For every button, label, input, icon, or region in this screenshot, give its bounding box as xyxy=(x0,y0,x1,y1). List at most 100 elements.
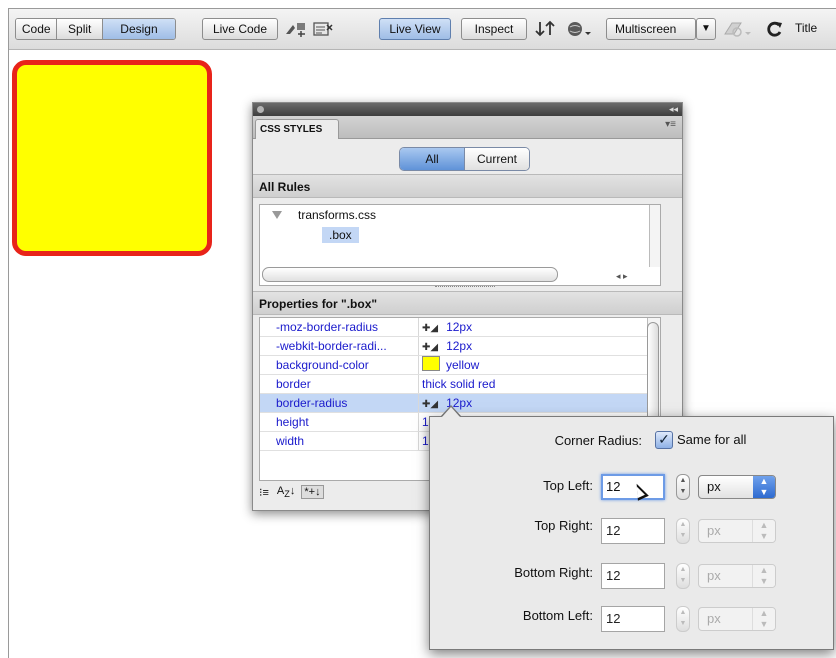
unit-label: px xyxy=(707,611,721,626)
property-value: 1 xyxy=(422,415,429,429)
file-compare-icon[interactable] xyxy=(283,20,309,38)
visual-aids-icon[interactable] xyxy=(312,20,336,38)
bottom-left-unit-select[interactable]: px ▲ ▼ xyxy=(698,607,776,631)
property-value: thick solid red xyxy=(422,377,496,391)
column-divider xyxy=(418,356,419,374)
multiscreen-label: Multiscreen xyxy=(615,22,677,36)
panel-titlebar[interactable]: ◂◂ xyxy=(253,103,682,116)
alphabetical-view-icon[interactable]: AZ↓ xyxy=(275,485,297,499)
property-row[interactable]: -moz-border-radius ✚◢ 12px xyxy=(260,318,660,337)
property-value: 12px xyxy=(446,339,473,353)
stylesheet-item[interactable]: transforms.css xyxy=(298,208,376,222)
top-right-label: Top Right: xyxy=(534,518,593,533)
unit-label: px xyxy=(707,568,721,583)
unit-label: px xyxy=(707,479,721,494)
scroll-thumb[interactable] xyxy=(647,322,659,424)
property-name: background-color xyxy=(276,358,369,372)
split-view-button[interactable]: Split xyxy=(57,19,103,39)
multiscreen-dropdown[interactable]: Multiscreen xyxy=(606,18,696,40)
resize-grip[interactable] xyxy=(435,286,495,290)
panel-tabbar: CSS STYLES ▾≡ xyxy=(253,116,682,139)
property-row[interactable]: border thick solid red xyxy=(260,375,660,394)
property-name: height xyxy=(276,415,309,429)
file-transfer-icon[interactable] xyxy=(534,20,560,38)
shorthand-icon[interactable]: ✚◢ xyxy=(422,395,438,414)
category-view-icon[interactable]: ⁝≡ xyxy=(257,486,271,499)
bottom-right-input[interactable]: 12 xyxy=(601,563,665,589)
property-value: yellow xyxy=(446,358,480,372)
column-divider xyxy=(418,318,419,336)
live-view-button[interactable]: Live View xyxy=(379,18,451,40)
properties-header[interactable]: Properties for ".box" xyxy=(253,291,682,315)
horizontal-scrollbar[interactable] xyxy=(262,267,558,282)
top-left-label: Top Left: xyxy=(543,478,593,493)
panel-menu-icon[interactable]: ▾≡ xyxy=(665,119,676,130)
column-divider xyxy=(418,337,419,355)
bottom-right-label: Bottom Right: xyxy=(514,565,593,580)
bottom-left-label: Bottom Left: xyxy=(522,608,593,623)
shorthand-icon[interactable]: ✚◢ xyxy=(422,338,438,357)
rule-item-selected[interactable]: .box xyxy=(322,227,359,243)
document-title-label: Title xyxy=(795,21,818,35)
set-properties-view-icon[interactable]: *+↓ xyxy=(301,485,324,499)
property-name: border xyxy=(276,377,311,391)
column-divider xyxy=(418,394,419,412)
corner-radius-label: Corner Radius: xyxy=(554,433,642,448)
same-for-all-label: Same for all xyxy=(677,432,747,447)
column-divider xyxy=(418,432,419,450)
view-mode-switch: Code Split Design xyxy=(15,18,176,40)
select-arrows-icon: ▲ ▼ xyxy=(752,608,775,630)
top-left-unit-select[interactable]: px ▲ ▼ xyxy=(698,475,776,499)
design-view-button[interactable]: Design xyxy=(102,19,175,39)
column-divider xyxy=(418,413,419,431)
top-right-unit-select[interactable]: px ▲ ▼ xyxy=(698,519,776,543)
all-current-switch: All Current xyxy=(399,147,530,171)
tab-css-styles[interactable]: CSS STYLES xyxy=(255,119,339,139)
property-name: width xyxy=(276,434,305,448)
border-radius-popup: Corner Radius: ✓ Same for all Top Left: … xyxy=(429,416,834,650)
all-button[interactable]: All xyxy=(400,148,465,170)
column-divider xyxy=(418,375,419,393)
select-arrows-icon: ▲ ▼ xyxy=(752,520,775,542)
preview-box[interactable] xyxy=(12,60,212,256)
popup-pointer-inner xyxy=(442,407,460,417)
property-row[interactable]: -webkit-border-radi... ✚◢ 12px xyxy=(260,337,660,356)
top-right-stepper[interactable]: ▲ ▼ xyxy=(676,518,690,544)
live-code-button[interactable]: Live Code xyxy=(202,18,278,40)
scroll-arrows-icon[interactable]: ◂ ▸ xyxy=(616,271,628,282)
bottom-right-stepper[interactable]: ▲ ▼ xyxy=(676,563,690,589)
property-name: border-radius xyxy=(276,396,348,410)
preview-in-browser-icon[interactable] xyxy=(566,20,592,38)
document-toolbar: Code Split Design Live Code Live View In… xyxy=(9,9,836,50)
rules-tree: transforms.css .box ◂ ▸ xyxy=(259,204,661,286)
bottom-right-unit-select[interactable]: px ▲ ▼ xyxy=(698,564,776,588)
top-right-input[interactable]: 12 xyxy=(601,518,665,544)
multiscreen-arrow-button[interactable]: ▼ xyxy=(696,18,716,40)
all-rules-header[interactable]: All Rules xyxy=(253,174,682,198)
unit-label: px xyxy=(707,523,721,538)
bottom-left-input[interactable]: 12 xyxy=(601,606,665,632)
property-value: 12px xyxy=(446,320,473,334)
property-value: 1 xyxy=(422,434,429,448)
code-view-button[interactable]: Code xyxy=(16,19,58,39)
chevron-down-icon: ▼ xyxy=(701,23,711,34)
close-icon[interactable] xyxy=(257,106,264,113)
property-row[interactable]: background-color yellow xyxy=(260,356,660,375)
panel-bottom-toolbar: ⁝≡ AZ↓ *+↓ xyxy=(257,481,324,503)
color-swatch[interactable] xyxy=(422,356,440,371)
select-arrows-icon: ▲ ▼ xyxy=(752,565,775,587)
live-view-options-icon[interactable] xyxy=(723,20,753,38)
same-for-all-checkbox[interactable]: ✓ xyxy=(655,431,673,449)
top-left-stepper[interactable]: ▲ ▼ xyxy=(676,474,690,500)
current-button[interactable]: Current xyxy=(465,148,529,170)
select-arrows-icon: ▲ ▼ xyxy=(753,476,775,498)
shorthand-icon[interactable]: ✚◢ xyxy=(422,319,438,338)
bottom-left-stepper[interactable]: ▲ ▼ xyxy=(676,606,690,632)
refresh-icon[interactable] xyxy=(766,20,784,38)
property-name: -webkit-border-radi... xyxy=(276,339,387,353)
vertical-scrollbar[interactable] xyxy=(649,205,660,267)
disclosure-triangle-icon[interactable] xyxy=(272,211,282,219)
inspect-button[interactable]: Inspect xyxy=(461,18,527,40)
collapse-icon[interactable]: ◂◂ xyxy=(669,103,678,116)
property-name: -moz-border-radius xyxy=(276,320,379,334)
